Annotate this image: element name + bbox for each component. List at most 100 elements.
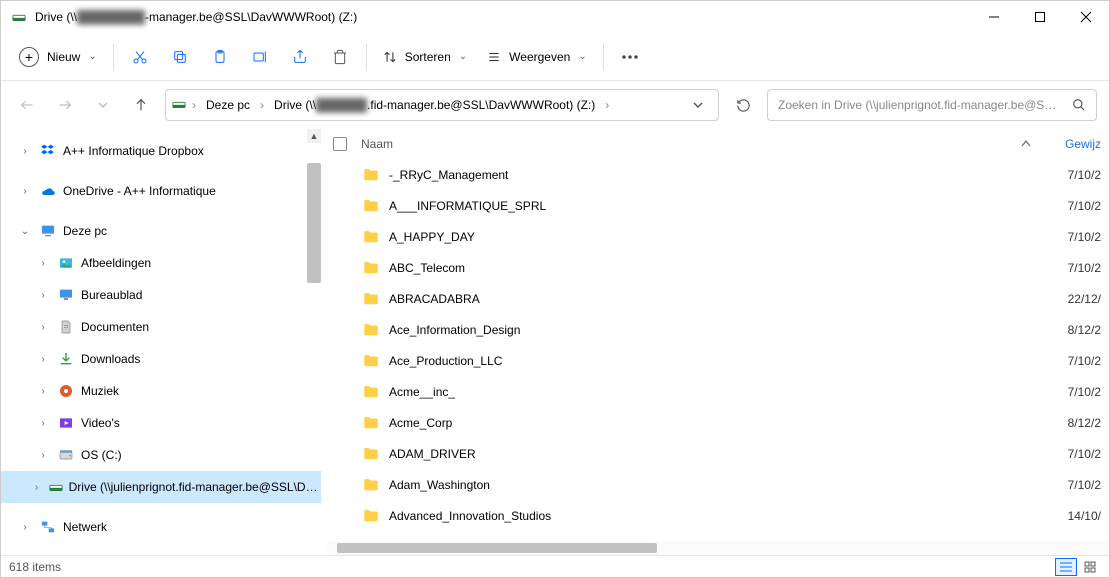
expand-chevron[interactable]: › bbox=[17, 186, 33, 197]
folder-icon bbox=[361, 165, 381, 185]
tree-item[interactable]: ›Afbeeldingen bbox=[1, 247, 321, 279]
new-label: Nieuw bbox=[47, 50, 80, 64]
horizontal-scrollbar[interactable] bbox=[327, 541, 1109, 555]
column-name[interactable]: Naam bbox=[327, 137, 1051, 151]
expand-chevron[interactable]: › bbox=[17, 146, 33, 157]
folder-icon bbox=[361, 351, 381, 371]
tree-item[interactable]: ›OS (C:) bbox=[1, 439, 321, 471]
file-date: 7/10/2 bbox=[1051, 354, 1101, 368]
folder-icon bbox=[361, 196, 381, 216]
copy-button[interactable] bbox=[160, 41, 200, 73]
breadcrumb-this-pc[interactable]: Deze pc bbox=[202, 96, 254, 114]
close-button[interactable] bbox=[1063, 1, 1109, 33]
expand-chevron[interactable]: ⌄ bbox=[17, 226, 33, 237]
file-row[interactable]: ADAM_DRIVER7/10/2 bbox=[327, 438, 1109, 469]
tree-item[interactable]: ›Downloads bbox=[1, 343, 321, 375]
file-date: 7/10/2 bbox=[1051, 199, 1101, 213]
up-button[interactable] bbox=[127, 91, 155, 119]
file-name: A___INFORMATIQUE_SPRL bbox=[389, 199, 1051, 213]
chevron-right-icon[interactable]: › bbox=[190, 98, 198, 112]
expand-chevron[interactable]: › bbox=[35, 258, 51, 269]
tree-item[interactable]: ›Video's bbox=[1, 407, 321, 439]
separator bbox=[603, 44, 604, 70]
address-history-dropdown[interactable] bbox=[684, 91, 712, 119]
tree-item-label: Documenten bbox=[81, 320, 149, 334]
share-button[interactable] bbox=[280, 41, 320, 73]
expand-chevron[interactable]: › bbox=[35, 418, 51, 429]
status-bar: 618 items bbox=[1, 555, 1109, 577]
chevron-right-icon[interactable]: › bbox=[603, 98, 611, 112]
sort-button[interactable]: Sorteren ⌄ bbox=[373, 46, 477, 68]
forward-button[interactable] bbox=[51, 91, 79, 119]
minimize-button[interactable] bbox=[971, 1, 1017, 33]
folder-icon bbox=[361, 382, 381, 402]
address-bar[interactable]: › Deze pc › Drive (\\██████.fid-manager.… bbox=[165, 89, 719, 121]
expand-chevron[interactable]: › bbox=[35, 386, 51, 397]
file-date: 8/12/2 bbox=[1051, 416, 1101, 430]
tree-item[interactable]: › Documenten bbox=[1, 311, 321, 343]
column-headers: Naam Gewijz bbox=[327, 129, 1109, 159]
delete-button[interactable] bbox=[320, 41, 360, 73]
chevron-right-icon[interactable]: › bbox=[258, 98, 266, 112]
file-name: Advanced_Innovation_Studios bbox=[389, 509, 1051, 523]
nav-scrollbar[interactable]: ▲ bbox=[307, 129, 321, 555]
file-row[interactable]: Ace_Production_LLC7/10/2 bbox=[327, 345, 1109, 376]
column-date[interactable]: Gewijz bbox=[1051, 137, 1101, 151]
tree-item[interactable]: ›Netwerk bbox=[1, 511, 321, 543]
file-row[interactable]: -_RRyC_Management7/10/2 bbox=[327, 159, 1109, 190]
scroll-thumb[interactable] bbox=[337, 543, 657, 553]
file-row[interactable]: ABC_Telecom7/10/2 bbox=[327, 252, 1109, 283]
chevron-down-icon: ⌄ bbox=[578, 51, 586, 62]
expand-chevron[interactable]: › bbox=[35, 354, 51, 365]
address-bar-row: › Deze pc › Drive (\\██████.fid-manager.… bbox=[1, 81, 1109, 129]
file-row[interactable]: Advanced_Innovation_Studios14/10/ bbox=[327, 500, 1109, 531]
tree-item[interactable]: › Bureaublad bbox=[1, 279, 321, 311]
search-input[interactable]: Zoeken in Drive (\\julienprignot.fid-man… bbox=[767, 89, 1097, 121]
tree-item[interactable]: ⌄Deze pc bbox=[1, 215, 321, 247]
file-row[interactable]: Acme_Corp8/12/2 bbox=[327, 407, 1109, 438]
expand-chevron[interactable]: › bbox=[17, 522, 33, 533]
maximize-button[interactable] bbox=[1017, 1, 1063, 33]
file-row[interactable]: Ace_Information_Design8/12/2 bbox=[327, 314, 1109, 345]
recent-dropdown[interactable] bbox=[89, 91, 117, 119]
tree-item[interactable]: ›A++ Informatique Dropbox bbox=[1, 135, 321, 167]
file-row[interactable]: Acme__inc_7/10/2 bbox=[327, 376, 1109, 407]
music-icon bbox=[57, 382, 75, 400]
file-row[interactable]: A_HAPPY_DAY7/10/2 bbox=[327, 221, 1109, 252]
expand-chevron[interactable]: › bbox=[31, 482, 43, 493]
tree-item-label: Drive (\\julienprignot.fid-manager.be@SS… bbox=[69, 480, 321, 494]
breadcrumb-drive[interactable]: Drive (\\██████.fid-manager.be@SSL\DavWW… bbox=[270, 96, 599, 114]
paste-button[interactable] bbox=[200, 41, 240, 73]
file-row[interactable]: A___INFORMATIQUE_SPRL7/10/2 bbox=[327, 190, 1109, 221]
cut-button[interactable] bbox=[120, 41, 160, 73]
refresh-button[interactable] bbox=[729, 91, 757, 119]
rename-button[interactable] bbox=[240, 41, 280, 73]
tree-item-label: Bureaublad bbox=[81, 288, 142, 302]
scroll-thumb[interactable] bbox=[307, 163, 321, 283]
back-button[interactable] bbox=[13, 91, 41, 119]
folder-icon bbox=[361, 413, 381, 433]
pictures-icon bbox=[57, 254, 75, 272]
details-view-button[interactable] bbox=[1055, 558, 1077, 576]
new-button[interactable]: + Nieuw ⌄ bbox=[9, 43, 107, 71]
tree-item[interactable]: › Drive (\\julienprignot.fid-manager.be@S… bbox=[1, 471, 321, 503]
more-button[interactable] bbox=[610, 41, 650, 73]
expand-chevron[interactable]: › bbox=[35, 290, 51, 301]
expand-chevron[interactable]: › bbox=[35, 450, 51, 461]
select-all-checkbox[interactable] bbox=[333, 137, 347, 151]
scroll-up-icon[interactable]: ▲ bbox=[307, 129, 321, 143]
file-date: 7/10/2 bbox=[1051, 261, 1101, 275]
file-row[interactable]: Adam_Washington7/10/2 bbox=[327, 469, 1109, 500]
navigation-pane[interactable]: ›A++ Informatique Dropbox ›OneDrive - A++… bbox=[1, 129, 321, 555]
thumbnails-view-button[interactable] bbox=[1079, 558, 1101, 576]
tree-item[interactable]: ›OneDrive - A++ Informatique bbox=[1, 175, 321, 207]
expand-chevron[interactable]: › bbox=[35, 322, 51, 333]
window-controls bbox=[971, 1, 1109, 33]
onedrive-icon bbox=[39, 182, 57, 200]
tree-item[interactable]: ›Muziek bbox=[1, 375, 321, 407]
file-row[interactable]: ABRACADABRA22/12/ bbox=[327, 283, 1109, 314]
file-name: Ace_Production_LLC bbox=[389, 354, 1051, 368]
view-button[interactable]: Weergeven ⌄ bbox=[477, 46, 597, 68]
folder-icon bbox=[361, 227, 381, 247]
file-rows: -_RRyC_Management7/10/2A___INFORMATIQUE_… bbox=[327, 159, 1109, 541]
